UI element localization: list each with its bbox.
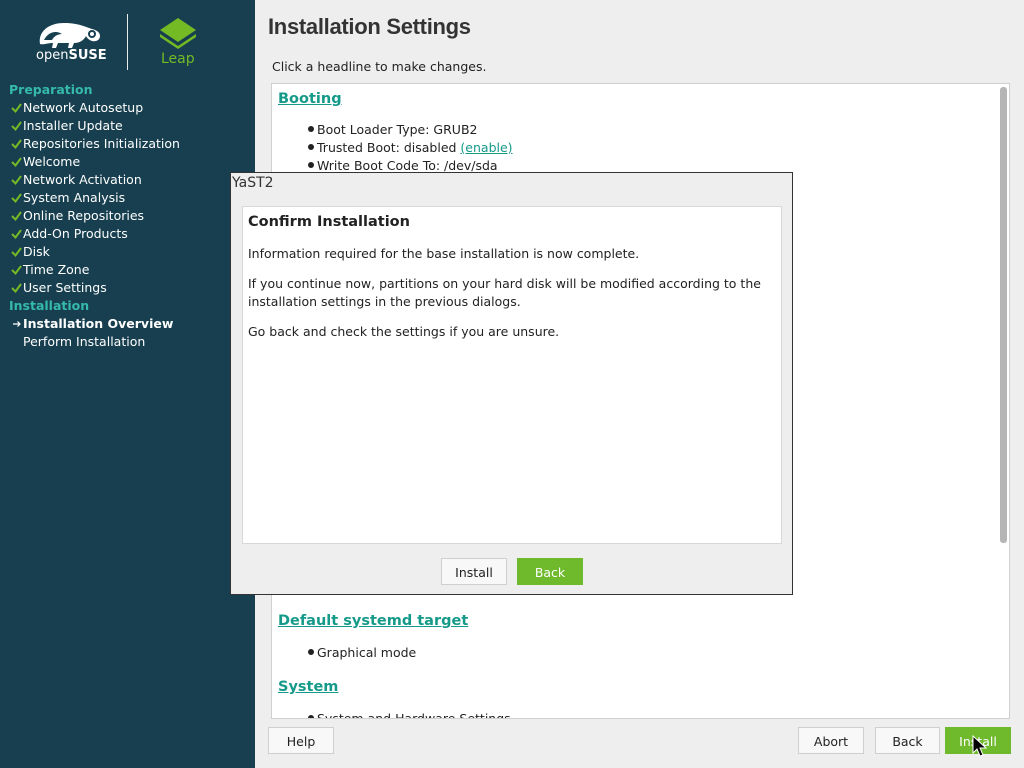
bullet-dot [308, 162, 314, 168]
step-network-activation: Network Activation [0, 171, 255, 189]
logo-divider [127, 14, 128, 70]
check-icon [11, 265, 22, 276]
step-user-settings: User Settings [0, 279, 255, 297]
installation-steps: Preparation Network Autosetup Installer … [0, 81, 255, 351]
step-welcome: Welcome [0, 153, 255, 171]
booting-heading-link[interactable]: Booting [278, 91, 342, 107]
check-icon [11, 193, 22, 204]
bullet-dot [308, 715, 314, 718]
bullet-system-hardware-settings: System and Hardware Settings [308, 711, 511, 718]
step-installation-overview: Installation Overview [0, 315, 255, 333]
check-icon [11, 157, 22, 168]
step-system-analysis: System Analysis [0, 189, 255, 207]
dialog-install-button[interactable]: Install [441, 558, 507, 585]
page-hint: Click a headline to make changes. [272, 59, 487, 74]
opensuse-logo: openSUSE [34, 18, 114, 68]
dialog-back-button[interactable]: Back [517, 558, 583, 585]
page-title: Installation Settings [268, 14, 471, 39]
bullet-trusted-boot: Trusted Boot: disabled (enable) [308, 140, 513, 155]
opensuse-wordmark: openSUSE [36, 48, 107, 63]
back-button[interactable]: Back [875, 727, 940, 754]
step-network-autosetup: Network Autosetup [0, 99, 255, 117]
step-category-preparation: Preparation [9, 82, 93, 97]
dialog-body: Confirm Installation Information require… [242, 206, 782, 544]
abort-button[interactable]: Abort [798, 727, 864, 754]
logo-area: openSUSE Leap [0, 0, 255, 80]
systemd-target-heading-link[interactable]: Default systemd target [278, 613, 468, 629]
dialog-paragraph-2: If you continue now, partitions on your … [248, 276, 761, 309]
step-online-repositories: Online Repositories [0, 207, 255, 225]
check-icon [11, 283, 22, 294]
check-icon [11, 103, 22, 114]
step-category-installation: Installation [9, 298, 90, 313]
scrollbar-thumb[interactable] [1000, 87, 1007, 543]
bullet-graphical-mode: Graphical mode [308, 645, 416, 660]
leap-logo: Leap [156, 16, 200, 70]
bullet-dot [308, 126, 314, 132]
check-icon [11, 121, 22, 132]
check-icon [11, 139, 22, 150]
enable-trusted-boot-link[interactable]: (enable) [460, 140, 512, 155]
bullet-dot [308, 649, 314, 655]
confirm-installation-dialog: YaST2 Confirm Installation Information r… [230, 172, 793, 595]
check-icon [11, 175, 22, 186]
leap-diamond-icon [160, 18, 196, 49]
mouse-cursor-icon [972, 735, 988, 757]
arrow-right-icon [13, 321, 21, 327]
step-repositories-initialization: Repositories Initialization [0, 135, 255, 153]
dialog-window-title: YaST2 [232, 175, 274, 191]
step-add-on-products: Add-On Products [0, 225, 255, 243]
chameleon-icon [39, 23, 100, 48]
step-installer-update: Installer Update [0, 117, 255, 135]
dialog-paragraph-3: Go back and check the settings if you ar… [248, 324, 560, 339]
vertical-scrollbar[interactable] [998, 84, 1009, 718]
bullet-boot-loader-type: Boot Loader Type: GRUB2 [308, 122, 477, 137]
system-heading-link[interactable]: System [278, 679, 338, 695]
step-perform-installation: Perform Installation [23, 334, 146, 349]
bullet-dot [308, 144, 314, 150]
sidebar: openSUSE Leap Preparation Network Autose… [0, 0, 255, 768]
check-icon [11, 211, 22, 222]
step-disk: Disk [0, 243, 255, 261]
check-icon [11, 229, 22, 240]
dialog-heading: Confirm Installation [248, 214, 410, 230]
check-icon [11, 247, 22, 258]
leap-wordmark: Leap [161, 51, 195, 67]
help-button[interactable]: Help [268, 727, 334, 754]
step-time-zone: Time Zone [0, 261, 255, 279]
dialog-paragraph-1: Information required for the base instal… [248, 246, 640, 261]
bullet-write-boot-code: Write Boot Code To: /dev/sda [308, 158, 498, 173]
